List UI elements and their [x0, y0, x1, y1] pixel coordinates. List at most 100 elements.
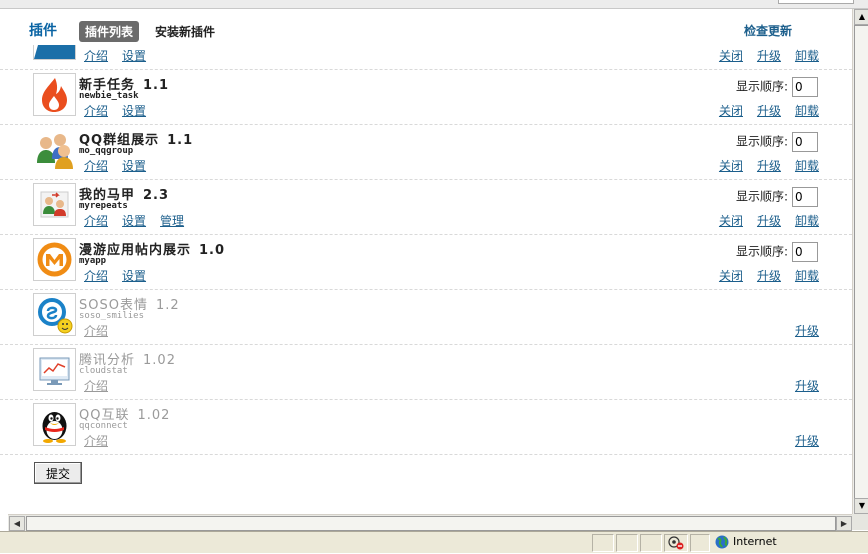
status-cell [690, 534, 710, 552]
uninstall-link[interactable]: 卸载 [795, 159, 819, 173]
upgrade-link[interactable]: 升级 [757, 49, 781, 63]
plugin-actions: 升级 [781, 432, 819, 449]
plugin-page: 插件 插件列表 安装新插件 检查更新 介绍 设置 关闭 升级 卸载 新手任务 1.1 n… [0, 9, 852, 514]
plugin-icon-partial [33, 45, 76, 60]
plugin-actions: 关闭 升级 卸载 [705, 267, 819, 284]
qq-penguin-icon [33, 403, 76, 446]
plugin-version: 1.1 [143, 78, 170, 93]
plugin-id: qqconnect [79, 421, 128, 431]
tab-plugin-list[interactable]: 插件列表 [79, 21, 140, 42]
settings-link[interactable]: 设置 [122, 159, 146, 173]
intro-link[interactable]: 介绍 [84, 434, 108, 448]
plugin-id: soso_smilies [79, 311, 145, 321]
upgrade-link[interactable]: 升级 [757, 214, 781, 228]
display-order: 显示顺序: [736, 77, 818, 97]
plugin-links: 介绍 设置 [84, 102, 160, 119]
plugin-id: myrepeats [79, 201, 128, 211]
plugin-row: 我的马甲2.3 myrepeats 介绍设置管理 显示顺序: 关闭升级卸载 [0, 179, 852, 235]
settings-link[interactable]: 设置 [122, 49, 146, 63]
vertical-scrollbar[interactable]: ▲ ▼ [852, 9, 868, 514]
plugin-actions: 关闭 升级 卸载 [705, 157, 819, 174]
upgrade-link[interactable]: 升级 [795, 379, 819, 393]
scroll-corner [852, 514, 868, 530]
submit-button[interactable]: 提交 [34, 462, 82, 484]
analytics-chart-icon [33, 348, 76, 391]
plugin-row-partial: 介绍 设置 关闭 升级 卸载 [0, 45, 852, 70]
display-order-input[interactable] [792, 187, 818, 207]
manyou-m-icon [33, 238, 76, 281]
scroll-down-icon[interactable]: ▼ [854, 498, 868, 514]
uninstall-link[interactable]: 卸载 [795, 49, 819, 63]
horizontal-scrollbar[interactable]: ◀ ▶ [8, 514, 852, 531]
plugin-row: 腾讯分析 1.02 cloudstat 介绍 升级 [0, 344, 852, 400]
plugin-links: 介绍 [84, 322, 122, 339]
display-order-label: 显示顺序: [735, 244, 788, 259]
plugin-id: mo_qqgroup [79, 146, 134, 156]
plugin-id: newbie_task [79, 91, 139, 101]
upgrade-link[interactable]: 升级 [757, 159, 781, 173]
settings-link[interactable]: 设置 [122, 104, 146, 118]
display-order-input[interactable] [792, 132, 818, 152]
check-update-link[interactable]: 检查更新 [744, 22, 792, 39]
settings-link[interactable]: 设置 [122, 214, 146, 228]
plugin-version: 1.02 [137, 408, 171, 423]
plugin-actions: 关闭 升级 卸载 [705, 102, 819, 119]
globe-icon [715, 535, 729, 549]
display-order-label: 显示顺序: [735, 134, 788, 149]
plugin-row: 新手任务1.1 newbie_task 介绍设置 显示顺序: 关闭升级卸载 [0, 69, 852, 125]
page-title: 插件 [29, 23, 57, 39]
soso-smiley-icon [33, 293, 76, 336]
display-order-input[interactable] [792, 77, 818, 97]
scroll-left-icon[interactable]: ◀ [9, 516, 25, 531]
intro-link[interactable]: 介绍 [84, 159, 108, 173]
plugin-version: 1.02 [143, 353, 176, 368]
top-toolbar-edge [778, 0, 854, 4]
intro-link[interactable]: 介绍 [84, 49, 108, 63]
plugin-actions: 升级 [781, 322, 819, 339]
upgrade-link[interactable]: 升级 [757, 269, 781, 283]
plugin-version: 1.2 [155, 298, 180, 313]
plugin-version: 1.1 [167, 133, 194, 148]
tab-install-plugin[interactable]: 安装新插件 [155, 23, 215, 40]
status-cell [592, 534, 614, 552]
plugin-row: QQ互联 1.02 qqconnect 介绍 升级 [0, 399, 852, 455]
plugin-links: 介绍 [84, 377, 122, 394]
close-link[interactable]: 关闭 [719, 104, 743, 118]
plugin-version: 1.0 [199, 243, 226, 258]
plugin-id: cloudstat [79, 366, 128, 376]
intro-link[interactable]: 介绍 [84, 379, 108, 393]
close-link[interactable]: 关闭 [719, 49, 743, 63]
close-link[interactable]: 关闭 [719, 159, 743, 173]
settings-link[interactable]: 设置 [122, 269, 146, 283]
upgrade-link[interactable]: 升级 [795, 434, 819, 448]
plugin-links: 介绍 设置 [84, 267, 160, 284]
plugin-actions: 关闭 升级 卸载 [705, 47, 819, 64]
group-users-icon [33, 128, 76, 171]
display-order-input[interactable] [792, 242, 818, 262]
close-link[interactable]: 关闭 [719, 214, 743, 228]
privacy-report-icon[interactable] [664, 534, 688, 552]
plugin-version: 2.3 [143, 188, 170, 203]
uninstall-link[interactable]: 卸载 [795, 214, 819, 228]
intro-link[interactable]: 介绍 [84, 324, 108, 338]
intro-link[interactable]: 介绍 [84, 214, 108, 228]
close-link[interactable]: 关闭 [719, 269, 743, 283]
horizontal-scroll-thumb[interactable] [26, 516, 836, 531]
display-order: 显示顺序: [736, 187, 818, 207]
uninstall-link[interactable]: 卸载 [795, 104, 819, 118]
plugin-actions: 关闭 升级 卸载 [705, 212, 819, 229]
scroll-right-icon[interactable]: ▶ [836, 516, 852, 531]
intro-link[interactable]: 介绍 [84, 269, 108, 283]
plugin-links: 介绍 [84, 432, 122, 449]
vertical-scroll-thumb[interactable] [854, 25, 868, 500]
plugin-id: myapp [79, 256, 107, 266]
upgrade-link[interactable]: 升级 [757, 104, 781, 118]
scroll-up-icon[interactable]: ▲ [854, 9, 868, 25]
intro-link[interactable]: 介绍 [84, 104, 108, 118]
plugin-row: 漫游应用帖内展示1.0 myapp 介绍设置 显示顺序: 关闭升级卸载 [0, 234, 852, 290]
upgrade-link[interactable]: 升级 [795, 324, 819, 338]
display-order: 显示顺序: [736, 242, 818, 262]
manage-link[interactable]: 管理 [160, 214, 184, 228]
uninstall-link[interactable]: 卸载 [795, 269, 819, 283]
status-cell [640, 534, 662, 552]
